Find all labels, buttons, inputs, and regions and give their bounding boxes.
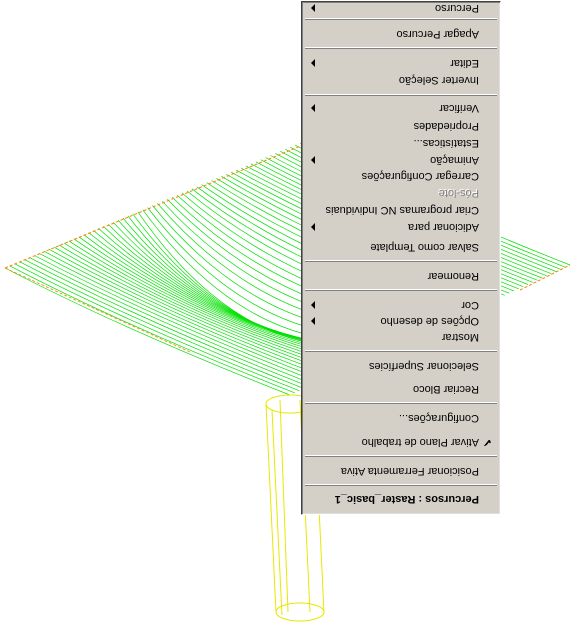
menu-item-configuracoes[interactable]: Configurações... bbox=[305, 408, 497, 428]
menu-item-ativar-plano-de-trabalho[interactable]: Ativar Plano de trabalho ✔ bbox=[305, 432, 497, 452]
context-menu: Percursos : Raster_basic_1 Posicionar Fer… bbox=[301, 1, 501, 515]
checkmark-icon: ✔ bbox=[482, 436, 492, 448]
menu-item-label: Adicionar para bbox=[408, 221, 479, 233]
submenu-arrow-icon bbox=[311, 223, 315, 231]
menu-item-criar-programas-nc-individuais[interactable]: Criar programas NC Individuais bbox=[305, 200, 497, 220]
menu-item-verificar[interactable]: Verificar bbox=[305, 98, 497, 118]
menu-item-percurso[interactable]: Percurso bbox=[305, 0, 497, 18]
menu-item-propriedades[interactable]: Propriedades bbox=[305, 116, 497, 136]
menu-separator bbox=[305, 484, 497, 486]
menu-item-recriar-bloco[interactable]: Recriar Bloco bbox=[305, 379, 497, 399]
menu-item-editar[interactable]: Editar bbox=[305, 53, 497, 73]
menu-item-label: Mostrar bbox=[441, 331, 479, 343]
menu-separator bbox=[305, 260, 497, 262]
toolpath-pass bbox=[34, 255, 319, 383]
menu-title: Percursos : Raster_basic_1 bbox=[334, 493, 479, 505]
submenu-arrow-icon bbox=[311, 301, 315, 309]
menu-item-label: Verificar bbox=[439, 102, 479, 114]
menu-separator bbox=[305, 402, 497, 404]
menu-separator bbox=[305, 47, 497, 49]
menu-separator bbox=[305, 94, 497, 96]
menu-item-label: Configurações... bbox=[398, 412, 479, 424]
menu-item-label: Ativar Plano de trabalho bbox=[361, 436, 479, 448]
toolpath-pass bbox=[29, 257, 314, 385]
menu-item-label: Criar programas NC Individuais bbox=[325, 204, 479, 216]
menu-item-label: Percurso bbox=[434, 2, 479, 14]
menu-item-posicionar-ferramenta-ativa[interactable]: Posicionar Ferramenta Ativa bbox=[305, 461, 497, 481]
menu-item-label: Pós-lote bbox=[438, 187, 479, 199]
menu-item-label: Selecionar Superfícies bbox=[368, 360, 479, 372]
menu-item-label: Propriedades bbox=[413, 120, 479, 132]
menu-item-adicionar-para[interactable]: Adicionar para bbox=[305, 217, 497, 237]
menu-separator bbox=[305, 455, 497, 457]
menu-item-animacao[interactable]: Animação bbox=[305, 150, 497, 170]
menu-item-label: Renomear bbox=[427, 270, 479, 282]
menu-separator bbox=[305, 350, 497, 352]
menu-item-selecionar-superficies[interactable]: Selecionar Superfícies bbox=[305, 356, 497, 376]
menu-separator bbox=[305, 289, 497, 291]
menu-item-renomear[interactable]: Renomear bbox=[305, 266, 497, 286]
submenu-arrow-icon bbox=[311, 4, 315, 12]
menu-separator bbox=[305, 18, 497, 20]
menu-item-pos-lote: Pós-lote bbox=[305, 183, 497, 203]
toolpath-pass bbox=[39, 253, 323, 381]
menu-item-inverter-selecao[interactable]: Inverter Seleção bbox=[305, 70, 497, 90]
submenu-arrow-icon bbox=[311, 156, 315, 164]
menu-item-estatisticas[interactable]: Estatísticas... bbox=[305, 133, 497, 153]
menu-item-label: Editar bbox=[450, 57, 479, 69]
menu-item-label: Cor bbox=[461, 299, 479, 311]
menu-item-apagar-percurso[interactable]: Apagar Percurso bbox=[305, 24, 497, 44]
menu-item-label: Opções de desenho bbox=[380, 315, 479, 327]
menu-item-label: Recriar Bloco bbox=[412, 383, 479, 395]
menu-item-label: Inverter Seleção bbox=[398, 74, 479, 86]
submenu-arrow-icon bbox=[311, 317, 315, 325]
submenu-arrow-icon bbox=[311, 104, 315, 112]
menu-item-salvar-como-template[interactable]: Salvar como Template bbox=[305, 237, 497, 257]
menu-item-label: Posicionar Ferramenta Ativa bbox=[340, 465, 479, 477]
menu-item-label: Carregar Configurações bbox=[361, 170, 479, 182]
menu-item-label: Salvar como Template bbox=[370, 241, 479, 253]
menu-item-label: Estatísticas... bbox=[413, 137, 479, 149]
menu-item-label: Animação bbox=[430, 154, 479, 166]
menu-item-label: Apagar Percurso bbox=[396, 28, 479, 40]
submenu-arrow-icon bbox=[311, 59, 315, 67]
menu-item-cor[interactable]: Cor bbox=[305, 295, 497, 315]
